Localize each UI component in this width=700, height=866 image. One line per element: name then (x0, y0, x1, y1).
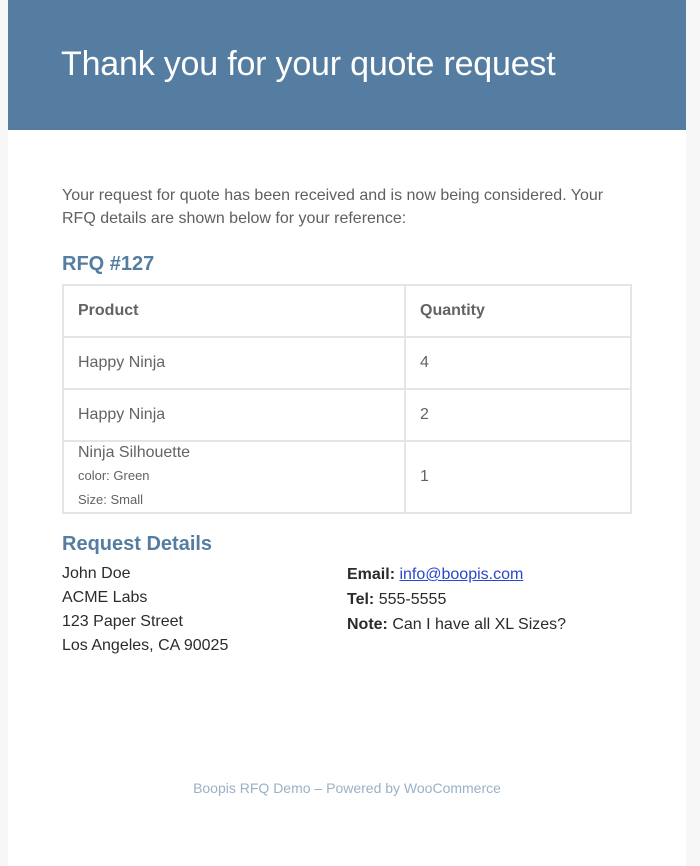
note-label: Note: (347, 616, 388, 633)
header-title: Thank you for your quote request (61, 45, 556, 83)
email-header: Thank you for your quote request (8, 0, 686, 130)
note-value: Can I have all XL Sizes? (392, 616, 567, 633)
customer-address: John Doe ACME Labs 123 Paper Street Los … (62, 562, 347, 658)
email-page: Thank you for your quote request Your re… (0, 0, 700, 866)
product-cell: Ninja Silhouette color: Green Size: Smal… (62, 440, 406, 514)
email-footer: Boopis RFQ Demo – Powered by WooCommerce (193, 780, 501, 796)
product-cell: Happy Ninja (62, 336, 406, 390)
email-card: Thank you for your quote request Your re… (8, 0, 686, 866)
intro-text: Your request for quote has been received… (62, 187, 604, 227)
address-name: John Doe (62, 565, 131, 582)
note-line: Note: Can I have all XL Sizes? (347, 612, 566, 637)
address-city: Los Angeles, CA 90025 (62, 637, 229, 654)
email-line: Email: info@boopis.com (347, 562, 566, 587)
tel-value: 555-5555 (378, 591, 447, 608)
tel-line: Tel: 555-5555 (347, 587, 566, 612)
product-name: Ninja Silhouette (78, 444, 191, 461)
email-label: Email: (347, 566, 396, 583)
rfq-items-table: Product Quantity Happy Ninja 4 Happy Nin… (62, 284, 632, 514)
tel-label: Tel: (347, 591, 375, 608)
email-link[interactable]: info@boopis.com (399, 566, 523, 583)
address-company: ACME Labs (62, 589, 148, 606)
email-body: Your request for quote has been received… (8, 130, 686, 658)
customer-contact: Email: info@boopis.com Tel: 555-5555 Not… (347, 562, 566, 658)
quantity-cell: 1 (404, 440, 632, 514)
table-row: Ninja Silhouette color: Green Size: Smal… (62, 440, 632, 514)
column-header-product: Product (62, 284, 406, 338)
request-details: John Doe ACME Labs 123 Paper Street Los … (62, 562, 632, 658)
quantity-cell: 2 (404, 388, 632, 442)
table-row: Happy Ninja 2 (62, 388, 632, 442)
product-cell: Happy Ninja (62, 388, 406, 442)
table-header-row: Product Quantity (62, 284, 632, 338)
address-street: 123 Paper Street (62, 613, 183, 630)
table-row: Happy Ninja 4 (62, 336, 632, 390)
quantity-cell: 4 (404, 336, 632, 390)
column-header-quantity: Quantity (404, 284, 632, 338)
request-details-title: Request Details (62, 533, 213, 555)
rfq-title: RFQ #127 (62, 253, 155, 275)
product-meta-size: Size: Small (78, 492, 144, 507)
product-meta-color: color: Green (78, 468, 150, 483)
